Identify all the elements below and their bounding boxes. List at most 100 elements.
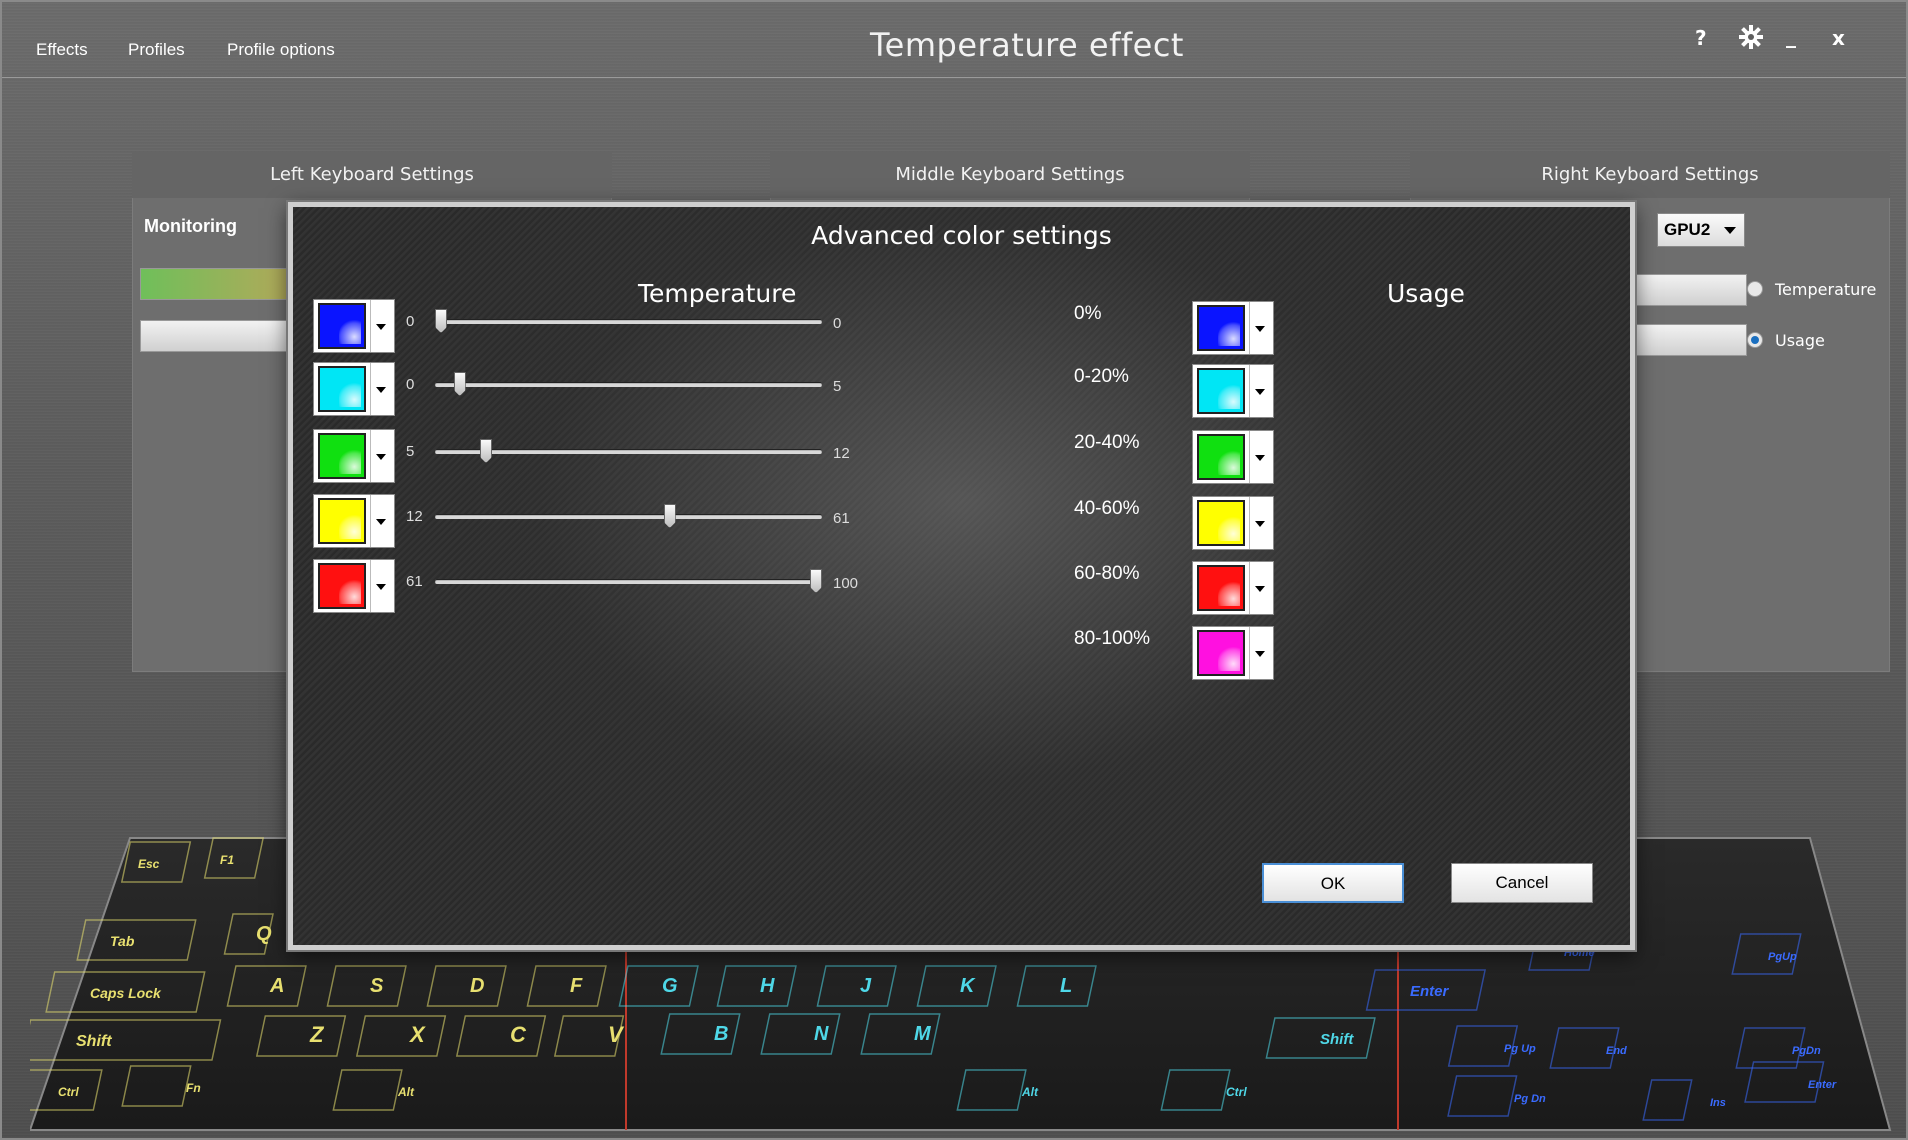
range-min-value: 12 — [406, 508, 423, 525]
title-bar: Effects Profiles Profile options Tempera… — [2, 2, 1906, 78]
temperature-color-picker[interactable] — [313, 362, 395, 416]
color-swatch — [1197, 305, 1245, 351]
keyboard-key-label: M — [914, 1023, 932, 1045]
chevron-down-icon[interactable] — [1255, 389, 1265, 395]
help-button[interactable]: ? — [1695, 26, 1707, 50]
keyboard-key-label: A — [269, 975, 284, 997]
keyboard-key-label: PgDn — [1792, 1045, 1821, 1057]
app-title: Temperature effect — [870, 26, 1184, 64]
keyboard-key-label: D — [470, 975, 484, 997]
keyboard-key-label: K — [960, 975, 976, 997]
divider — [370, 300, 371, 352]
keyboard-key-label: Q — [256, 923, 272, 945]
usage-range-label: 40-60% — [1074, 498, 1140, 519]
color-swatch — [318, 563, 366, 609]
usage-range-label: 0-20% — [1074, 366, 1129, 387]
temperature-slider-thumb[interactable] — [453, 372, 466, 396]
chevron-down-icon[interactable] — [1255, 455, 1265, 461]
color-swatch — [1197, 434, 1245, 480]
usage-color-picker[interactable] — [1192, 496, 1274, 550]
keyboard-key-label: X — [408, 1022, 426, 1047]
gpu-select[interactable]: GPU2 — [1657, 213, 1745, 247]
chevron-down-icon[interactable] — [1255, 586, 1265, 592]
range-min-value: 0 — [406, 313, 415, 330]
radio-circle-icon[interactable] — [1747, 332, 1763, 348]
usage-range-label: 60-80% — [1074, 563, 1140, 584]
chevron-down-icon[interactable] — [376, 324, 386, 330]
divider — [370, 363, 371, 415]
divider — [1249, 365, 1250, 417]
right-keyboard-settings-header[interactable]: Right Keyboard Settings — [1410, 152, 1890, 198]
usage-color-picker[interactable] — [1192, 430, 1274, 484]
radio-circle-icon[interactable] — [1747, 281, 1763, 297]
keyboard-key-label: Shift — [1320, 1031, 1354, 1048]
chevron-down-icon[interactable] — [376, 387, 386, 393]
usage-section-title: Usage — [1387, 279, 1465, 308]
temperature-color-picker[interactable] — [313, 429, 395, 483]
chevron-down-icon[interactable] — [1255, 521, 1265, 527]
chevron-down-icon[interactable] — [1255, 651, 1265, 657]
divider — [1249, 302, 1250, 354]
chevron-down-icon[interactable] — [376, 519, 386, 525]
chevron-down-icon[interactable] — [376, 454, 386, 460]
temperature-slider-track[interactable] — [435, 319, 822, 324]
usage-range-label: 20-40% — [1074, 432, 1140, 453]
keyboard-key-label: F — [570, 975, 583, 997]
temperature-color-picker[interactable] — [313, 559, 395, 613]
keyboard-key-label: S — [370, 975, 384, 997]
monitoring-input[interactable] — [140, 320, 300, 352]
usage-color-picker[interactable] — [1192, 364, 1274, 418]
minimize-button[interactable]: _ — [1786, 24, 1796, 48]
keyboard-key-label: B — [714, 1023, 728, 1045]
temperature-section-title: Temperature — [638, 279, 797, 308]
monitoring-label: Monitoring — [144, 216, 237, 236]
range-max-value: 61 — [833, 510, 850, 527]
usage-color-picker[interactable] — [1192, 626, 1274, 680]
usage-color-picker[interactable] — [1192, 301, 1274, 355]
color-swatch — [318, 303, 366, 349]
keyboard-key-label: Ins — [1710, 1097, 1726, 1109]
advanced-color-settings-dialog: Advanced color settings Temperature Usag… — [288, 202, 1635, 950]
divider — [1249, 431, 1250, 483]
temperature-slider-thumb[interactable] — [480, 439, 492, 463]
settings-gear-icon[interactable] — [1738, 24, 1764, 55]
keyboard-key-label: V — [608, 1022, 625, 1047]
temperature-slider-thumb[interactable] — [663, 504, 676, 528]
range-min-value: 5 — [406, 443, 415, 460]
usage-radio-label: Usage — [1775, 331, 1825, 350]
monitoring-bar — [140, 268, 300, 300]
left-keyboard-settings-header[interactable]: Left Keyboard Settings — [132, 152, 612, 198]
temperature-slider-track[interactable] — [435, 382, 822, 387]
temperature-slider-track[interactable] — [435, 449, 822, 454]
color-swatch — [1197, 565, 1245, 611]
temperature-color-picker[interactable] — [313, 299, 395, 353]
chevron-down-icon[interactable] — [1255, 326, 1265, 332]
temperature-slider-track[interactable] — [435, 514, 822, 519]
temperature-slider-track[interactable] — [435, 579, 822, 584]
ok-button[interactable]: OK — [1262, 863, 1404, 903]
keyboard-key-label: G — [662, 975, 678, 997]
middle-keyboard-settings-header[interactable]: Middle Keyboard Settings — [770, 152, 1250, 198]
temperature-slider-thumb[interactable] — [435, 309, 447, 333]
divider — [1249, 497, 1250, 549]
color-swatch — [1197, 500, 1245, 546]
chevron-down-icon[interactable] — [376, 584, 386, 590]
keyboard-key-label: Tab — [110, 933, 135, 949]
divider — [370, 560, 371, 612]
cancel-button[interactable]: Cancel — [1451, 863, 1593, 903]
temperature-slider-thumb[interactable] — [810, 569, 822, 593]
keyboard-key-label: Alt — [397, 1085, 415, 1099]
keyboard-key-label: Enter — [1410, 983, 1450, 1000]
keyboard-key-label: Caps Lock — [90, 985, 162, 1001]
temperature-color-picker[interactable] — [313, 494, 395, 548]
keyboard-key-label: Z — [309, 1022, 325, 1047]
temperature-radio-label: Temperature — [1775, 280, 1877, 299]
keyboard-key-label: C — [510, 1022, 527, 1047]
close-button[interactable]: x — [1832, 26, 1845, 50]
keyboard-key-label: Enter — [1808, 1079, 1837, 1091]
color-swatch — [318, 433, 366, 479]
usage-color-picker[interactable] — [1192, 561, 1274, 615]
keyboard-key-label: N — [814, 1023, 829, 1045]
range-max-value: 0 — [833, 315, 842, 332]
keyboard-key-label: End — [1606, 1045, 1627, 1057]
